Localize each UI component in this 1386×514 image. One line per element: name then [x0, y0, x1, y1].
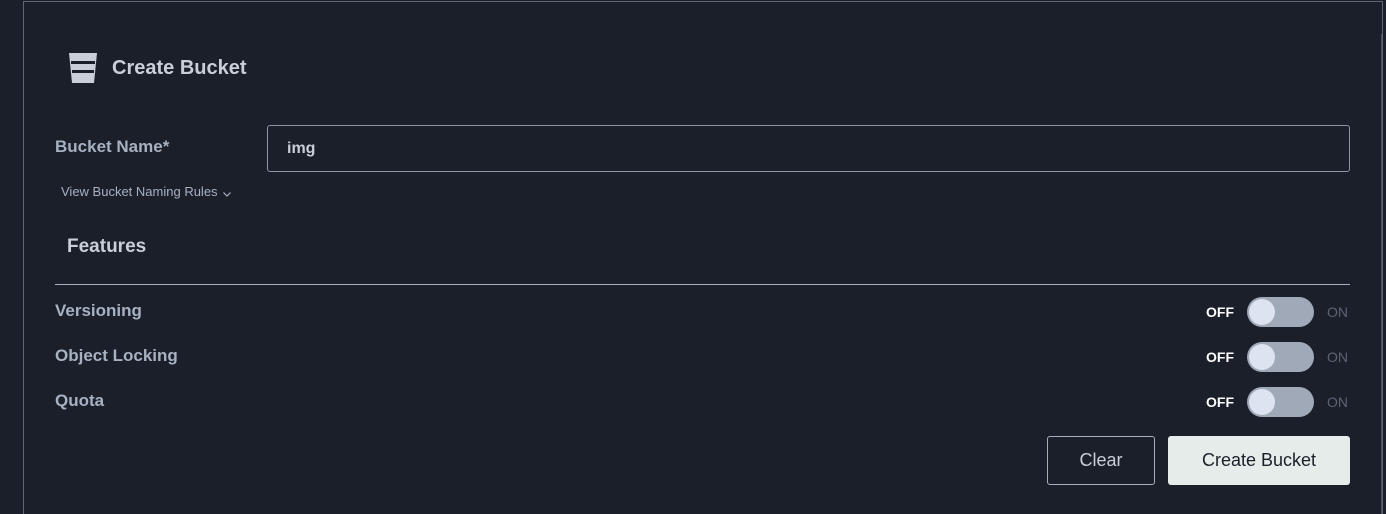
features-divider	[55, 284, 1350, 285]
view-naming-rules-link[interactable]: View Bucket Naming Rules	[61, 184, 232, 199]
feature-row-quota: Quota OFF ON	[55, 387, 1350, 417]
toggle-off-label: OFF	[1206, 394, 1234, 410]
create-bucket-button[interactable]: Create Bucket	[1168, 436, 1350, 485]
versioning-toggle-group: OFF ON	[1206, 297, 1350, 327]
toggle-knob	[1249, 299, 1275, 325]
naming-rules-label: View Bucket Naming Rules	[61, 184, 218, 199]
bucket-name-label: Bucket Name*	[55, 137, 170, 156]
toggle-off-label: OFF	[1206, 349, 1234, 365]
quota-toggle[interactable]	[1247, 387, 1314, 417]
page-title: Create Bucket	[112, 56, 247, 79]
bucket-name-input[interactable]	[267, 125, 1350, 172]
quota-label: Quota	[55, 391, 105, 410]
panel-right-edge	[1381, 34, 1382, 514]
create-bucket-page: Create Bucket Bucket Name* View Bucket N…	[0, 0, 1386, 514]
bucket-icon	[66, 51, 100, 85]
toggle-on-label: ON	[1327, 394, 1348, 410]
features-heading: Features	[67, 236, 147, 257]
toggle-knob	[1249, 344, 1275, 370]
toggle-on-label: ON	[1327, 304, 1348, 320]
toggle-on-label: ON	[1327, 349, 1348, 365]
toggle-off-label: OFF	[1206, 304, 1234, 320]
feature-row-object-locking: Object Locking OFF ON	[55, 342, 1350, 372]
quota-toggle-group: OFF ON	[1206, 387, 1350, 417]
clear-button[interactable]: Clear	[1047, 436, 1155, 485]
feature-row-versioning: Versioning OFF ON	[55, 297, 1350, 327]
chevron-down-icon	[222, 187, 232, 197]
object-locking-label: Object Locking	[55, 346, 178, 365]
object-locking-toggle-group: OFF ON	[1206, 342, 1350, 372]
page-header: Create Bucket	[66, 51, 247, 85]
versioning-label: Versioning	[55, 301, 142, 320]
versioning-toggle[interactable]	[1247, 297, 1314, 327]
toggle-knob	[1249, 389, 1275, 415]
object-locking-toggle[interactable]	[1247, 342, 1314, 372]
